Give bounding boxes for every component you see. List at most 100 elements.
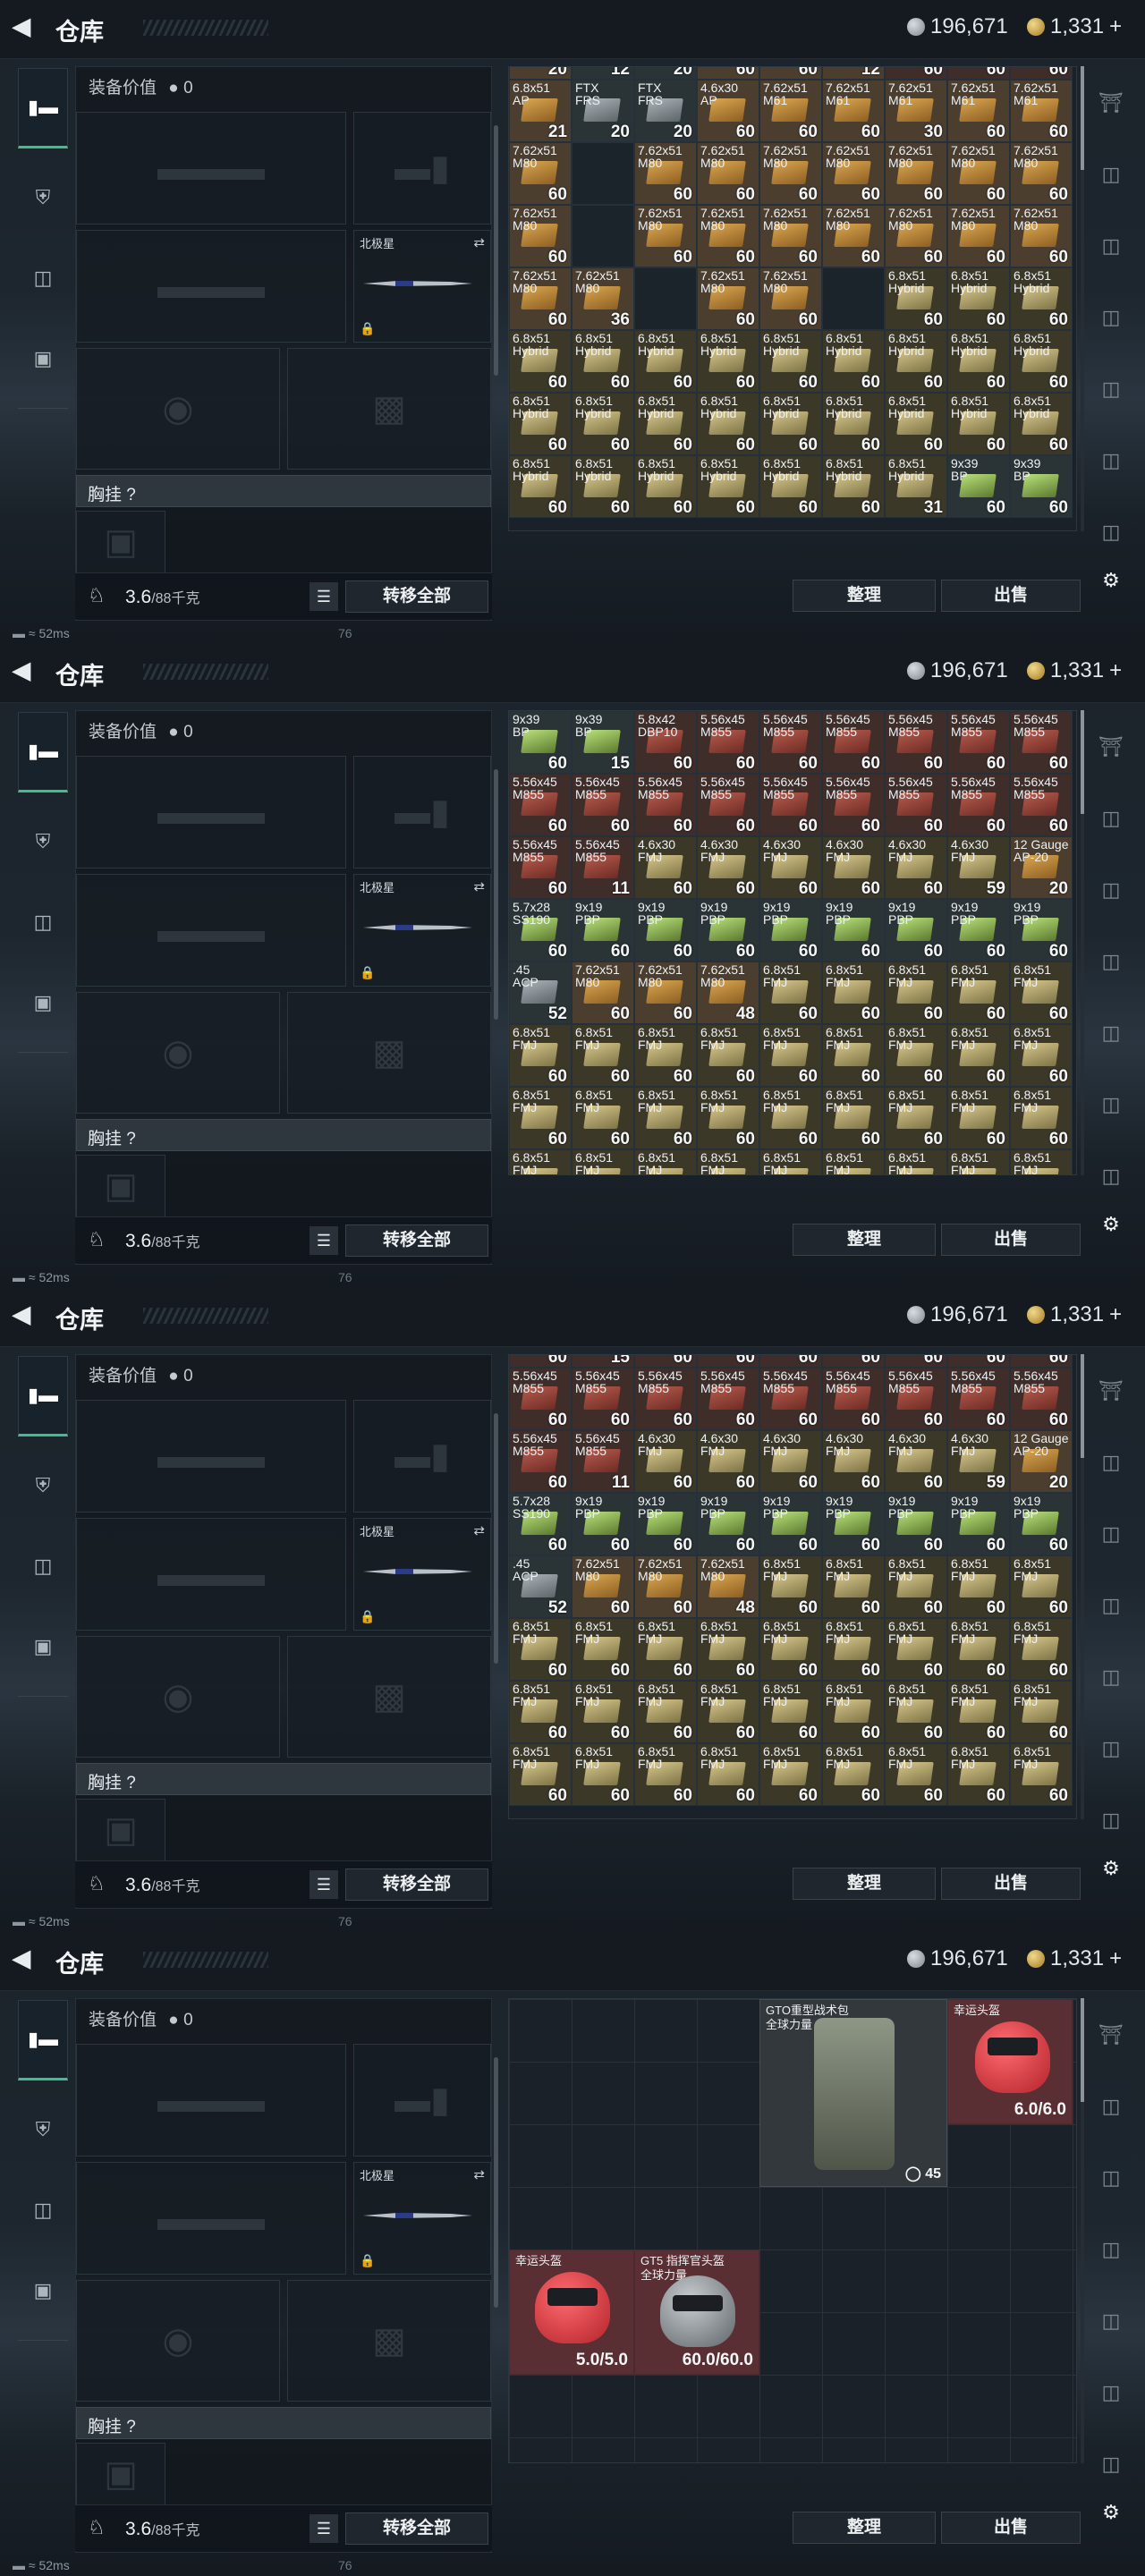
- secondary-weapon-slot[interactable]: ▬▬▬: [76, 1518, 346, 1631]
- ammo-item[interactable]: 6.8x51 Hybrid 60: [885, 267, 947, 330]
- ammo-item[interactable]: 6.8x51 FMJ60: [885, 1743, 947, 1806]
- ammo-item[interactable]: 7.62x51 M80 60: [572, 1555, 634, 1618]
- ammo-item[interactable]: 5.56x45 M855 60: [759, 774, 822, 836]
- ammo-item[interactable]: 60: [822, 1355, 885, 1368]
- ammo-item[interactable]: 7.62x51 M80 60: [947, 205, 1010, 267]
- ammo-item[interactable]: 6.8x51 Hybrid 60: [509, 330, 572, 393]
- ammo-item[interactable]: 6.8x51 Hybrid 60: [759, 455, 822, 518]
- vault-icon[interactable]: ⛩: [1095, 88, 1127, 118]
- ammo-item[interactable]: 9x19 PBP 60: [697, 899, 759, 962]
- ammo-item[interactable]: 5.56x45 M855 60: [509, 1368, 572, 1430]
- ammo-item[interactable]: 7.62x51 M80 60: [634, 205, 697, 267]
- storage-tab-icon[interactable]: ◫: [1095, 2306, 1127, 2336]
- ammo-item[interactable]: 7.62x51 M80 60: [634, 142, 697, 205]
- ammo-item[interactable]: 9x19 PBP 60: [572, 1493, 634, 1555]
- transfer-all-button[interactable]: 转移全部: [345, 2512, 488, 2545]
- ammo-item[interactable]: 6.8x51 Hybrid 60: [885, 330, 947, 393]
- ammo-item[interactable]: 15: [572, 1355, 634, 1368]
- ammo-item[interactable]: 7.62x51 M80 60: [759, 205, 822, 267]
- ammo-item[interactable]: 6.8x51 FMJ60: [634, 1024, 697, 1087]
- ammo-item[interactable]: 6.8x51 FMJ60: [885, 1149, 947, 1174]
- ammo-item[interactable]: 4.6x30 FMJ 59: [947, 1430, 1010, 1493]
- equipment-scrollbar[interactable]: [494, 125, 498, 376]
- empty-cell[interactable]: [634, 267, 697, 330]
- ammo-item[interactable]: 7.62x51 M61 60: [947, 80, 1010, 142]
- ammo-item[interactable]: 4.6x30 FMJ 60: [634, 836, 697, 899]
- armor-slot[interactable]: ▩: [287, 992, 491, 1114]
- ammo-item[interactable]: FTX FRS 20: [634, 80, 697, 142]
- sell-button[interactable]: 出售: [941, 2512, 1081, 2544]
- add-gold-button[interactable]: +: [1109, 658, 1122, 683]
- storage-tab-icon[interactable]: ◫: [1095, 1662, 1127, 1692]
- helmet-item[interactable]: 幸运头盔 6.0/6.0: [947, 1999, 1073, 2124]
- ammo-item[interactable]: 6.8x51 FMJ60: [822, 1087, 885, 1149]
- ammo-item[interactable]: 9x19 PBP 60: [822, 1493, 885, 1555]
- ammo-item[interactable]: 7.62x51 M80 48: [697, 962, 759, 1024]
- ammo-item[interactable]: 5.56x45 M855 11: [572, 1430, 634, 1493]
- ammo-item[interactable]: 9x19 PBP 60: [947, 899, 1010, 962]
- ammo-item[interactable]: 6.8x51 FMJ60: [759, 1024, 822, 1087]
- ammo-item[interactable]: 5.56x45 M855 60: [947, 774, 1010, 836]
- ammo-item[interactable]: 6.8x51 FMJ60: [885, 1024, 947, 1087]
- ammo-item[interactable]: 6.8x51 Hybrid 60: [822, 455, 885, 518]
- ammo-item[interactable]: 7.62x51 M80 48: [697, 1555, 759, 1618]
- ammo-item[interactable]: 7.62x51 M80 60: [1010, 142, 1073, 205]
- ammo-item[interactable]: 6.8x51 Hybrid 60: [885, 393, 947, 455]
- ammo-item[interactable]: 7.62x51 M80 60: [697, 205, 759, 267]
- ammo-item[interactable]: 5.56x45 M855 60: [634, 1368, 697, 1430]
- ammo-item[interactable]: 6.8x51 Hybrid 60: [947, 267, 1010, 330]
- ammo-item[interactable]: 6.8x51 FMJ60: [885, 1681, 947, 1743]
- ammo-item[interactable]: 6.8x51 FMJ60: [572, 1618, 634, 1681]
- storage-tab-icon[interactable]: ◫: [1095, 2377, 1127, 2408]
- ammo-item[interactable]: 7.62x51 M80 60: [1010, 205, 1073, 267]
- helmet-slot[interactable]: ◉: [76, 2280, 280, 2402]
- ammo-item[interactable]: 7.62x51 M80 60: [634, 962, 697, 1024]
- storage-tab-icon[interactable]: ◫: [1095, 2091, 1127, 2122]
- ammo-item[interactable]: 6.8x51 AP 21: [509, 80, 572, 142]
- ammo-item[interactable]: 4.6x30 FMJ 60: [697, 1430, 759, 1493]
- ammo-item[interactable]: 9x39 BP 60: [947, 455, 1010, 518]
- sort-button[interactable]: 整理: [793, 580, 936, 612]
- ammo-item[interactable]: 6.8x51 FMJ60: [947, 962, 1010, 1024]
- vest-slot[interactable]: 胸挂 ?: [76, 475, 491, 507]
- storage-tab-icon[interactable]: ◫: [1095, 159, 1127, 190]
- secondary-weapon-slot[interactable]: ▬▬▬: [76, 230, 346, 343]
- ammo-item[interactable]: 9x19 PBP 60: [697, 1493, 759, 1555]
- ammo-item[interactable]: 6.8x51 FMJ60: [822, 1743, 885, 1806]
- ammo-item[interactable]: 6.8x51 FMJ60: [947, 1555, 1010, 1618]
- sort-button[interactable]: 整理: [793, 2512, 936, 2544]
- ammo-item[interactable]: 7.62x51 M61 30: [885, 80, 947, 142]
- ammo-item[interactable]: 6.8x51 Hybrid 60: [947, 330, 1010, 393]
- ammo-item[interactable]: 5.56x45 M855 60: [572, 774, 634, 836]
- ammo-item[interactable]: 4.6x30 FMJ 60: [822, 1430, 885, 1493]
- settings-gear-icon[interactable]: ⚙: [1095, 1209, 1127, 1240]
- vest-slot[interactable]: 胸挂 ?: [76, 1119, 491, 1151]
- sell-button[interactable]: 出售: [941, 580, 1081, 612]
- transfer-all-button[interactable]: 转移全部: [345, 1224, 488, 1257]
- ammo-item[interactable]: 7.62x51 M80 60: [947, 142, 1010, 205]
- ammo-item[interactable]: 4.6x30 FMJ 60: [697, 836, 759, 899]
- ammo-item[interactable]: 9x19 PBP 60: [885, 1493, 947, 1555]
- tab-armor[interactable]: ⛨: [18, 157, 68, 238]
- ammo-item[interactable]: 7.62x51 M80 60: [885, 205, 947, 267]
- tab-vest[interactable]: ◫: [18, 2170, 68, 2250]
- settings-gear-icon[interactable]: ⚙: [1095, 1853, 1127, 1884]
- transfer-all-button[interactable]: 转移全部: [345, 1868, 488, 1901]
- ammo-item[interactable]: 6.8x51 FMJ60: [509, 1743, 572, 1806]
- vest-slot[interactable]: 胸挂 ?: [76, 2407, 491, 2439]
- tab-weapons[interactable]: ▮▬: [18, 2000, 68, 2080]
- storage-tab-icon[interactable]: ◫: [1095, 1733, 1127, 1764]
- ammo-item[interactable]: 7.62x51 M80 60: [759, 267, 822, 330]
- ammo-item[interactable]: 9x19 PBP 60: [947, 1493, 1010, 1555]
- tab-medkit[interactable]: ▣: [18, 2250, 68, 2331]
- sort-button[interactable]: 整理: [793, 1868, 936, 1900]
- ammo-item[interactable]: 6.8x51 FMJ60: [947, 1149, 1010, 1174]
- back-icon[interactable]: ◀: [13, 1301, 39, 1327]
- armor-slot[interactable]: ▩: [287, 348, 491, 470]
- backpack-slot[interactable]: ▣: [76, 1155, 165, 1217]
- add-gold-button[interactable]: +: [1109, 1946, 1122, 1971]
- ammo-item[interactable]: 5.8x42 DBP10 60: [634, 711, 697, 774]
- ammo-item[interactable]: 6.8x51 FMJ60: [947, 1024, 1010, 1087]
- ammo-item[interactable]: 60: [509, 1355, 572, 1368]
- ammo-item[interactable]: 6.8x51 FMJ60: [634, 1149, 697, 1174]
